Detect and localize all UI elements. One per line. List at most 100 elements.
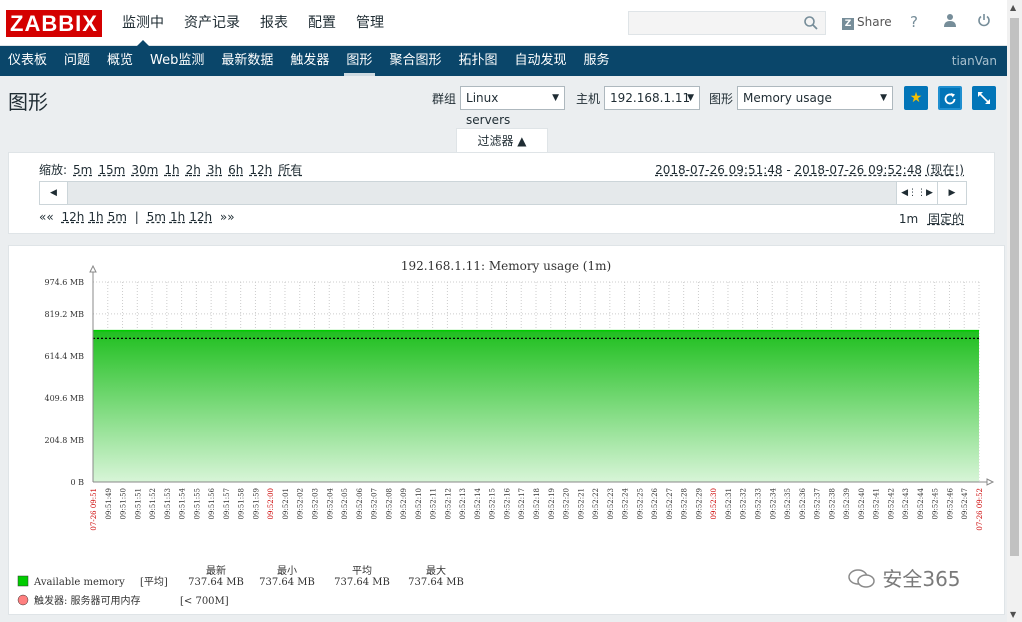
zoom-option[interactable]: 12h (249, 163, 272, 177)
sub-menu-item[interactable]: 仪表板 (0, 46, 56, 76)
share-button[interactable]: Z Share (842, 15, 892, 30)
dropdown-arrow-icon: ▼ (687, 93, 695, 103)
host-filter: 主机 192.168.1.11 ▼ (576, 86, 701, 110)
sub-menu-item[interactable]: 触发器 (282, 46, 338, 76)
timeline-left-arrow-icon[interactable]: ◀ (40, 182, 68, 204)
sub-menu-item[interactable]: 聚合图形 (381, 46, 450, 76)
fixed-toggle[interactable]: 固定的 (928, 212, 964, 226)
legend-swatch-available-memory (17, 575, 29, 587)
logout-icon[interactable] (975, 13, 993, 31)
search-icon[interactable] (803, 15, 819, 31)
x-tick-label: 09:52:25 (636, 488, 644, 519)
zoom-option[interactable]: 2h (186, 163, 201, 177)
help-icon[interactable]: ? (905, 13, 923, 31)
sub-nav-bar: 仪表板 问题 概览 Web监测 最新数据 触发器 图形 聚合图形 拓扑图 自动发现 服务 tianV… (0, 46, 1007, 76)
x-tick-label: 09:51:52 (149, 488, 157, 519)
username[interactable]: tianVan (952, 46, 997, 76)
y-tick-label: 974.6 MB (44, 278, 84, 287)
x-tick-label: 09:52:26 (651, 487, 659, 519)
main-menu-item[interactable]: 配置 (298, 0, 346, 46)
range-to[interactable]: 2018-07-26 09:52:48 (795, 163, 922, 177)
x-tick-label: 09:52:38 (828, 488, 836, 519)
graph-title: 192.168.1.11: Memory usage (1m) (401, 259, 611, 273)
scroll-thumb[interactable] (1010, 18, 1019, 556)
x-tick-label: 09:52:31 (725, 488, 733, 519)
x-tick-label: 09:52:03 (312, 488, 320, 519)
timeline-handle[interactable]: ◀⋮⋮▶ (896, 182, 938, 204)
sub-menu-item[interactable]: 概览 (99, 46, 142, 76)
search-input[interactable] (628, 11, 826, 35)
main-menu-item[interactable]: 资产记录 (174, 0, 250, 46)
x-tick-label: 09:52:11 (430, 488, 438, 519)
scroll-down-icon[interactable]: ▼ (1010, 610, 1016, 619)
sub-menu-item[interactable]: 图形 (338, 46, 381, 76)
group-select[interactable]: Linux servers ▼ (460, 86, 566, 127)
sub-menu: 仪表板 问题 概览 Web监测 最新数据 触发器 图形 聚合图形 拓扑图 自动发现 服务 (0, 46, 619, 76)
main-menu-item[interactable]: 管理 (346, 0, 394, 46)
x-tick-label: 09:51:59 (252, 488, 260, 519)
graph-label: 图形 (709, 91, 734, 106)
x-tick-label: 09:52:09 (400, 488, 408, 519)
zoom-option[interactable]: 3h (207, 163, 222, 177)
zoom-option[interactable]: 5m (73, 163, 92, 177)
nav-forward-option[interactable]: 12h (189, 210, 212, 224)
x-tick-label: 09:52:12 (444, 488, 452, 519)
nav-forward-option[interactable]: 5m (147, 210, 166, 224)
host-select[interactable]: 192.168.1.11 ▼ (604, 86, 701, 110)
legend-function: [平均] (140, 576, 168, 588)
sub-menu-item[interactable]: 拓扑图 (450, 46, 506, 76)
main-menu: 监测中 资产记录 报表 配置 管理 (112, 0, 394, 47)
main-menu-item[interactable]: 报表 (250, 0, 298, 46)
zoom-option[interactable]: 6h (228, 163, 243, 177)
scroll-up-icon[interactable]: ▲ (1010, 3, 1016, 12)
favorite-button[interactable]: ★ (904, 86, 928, 110)
zoom-options: 缩放: 5m 15m 30m 1h 2h 3h 6h 12h 所有 (39, 161, 308, 178)
vertical-scrollbar[interactable]: ▲ ▼ (1007, 0, 1022, 622)
legend-value: 737.64 MB (188, 577, 244, 588)
sub-menu-item[interactable]: 最新数据 (213, 46, 282, 76)
x-tick-label: 09:52:27 (666, 488, 674, 519)
sub-menu-item[interactable]: 服务 (575, 46, 618, 76)
x-tick-label: 09:52:41 (873, 488, 881, 519)
x-tick-label: 09:52:36 (799, 487, 807, 519)
user-profile-icon[interactable] (941, 13, 959, 31)
sub-menu-item[interactable]: 问题 (56, 46, 99, 76)
timeline-scrollbar[interactable]: ◀ ◀⋮⋮▶ ▶ (39, 181, 967, 205)
zoom-option[interactable]: 所有 (278, 163, 302, 177)
zoom-label: 缩放: (39, 163, 68, 177)
watermark: 安全365 (848, 563, 961, 592)
x-tick-label: 09:52:43 (902, 488, 910, 519)
x-tick-label: 09:52:05 (341, 488, 349, 519)
filter-tab[interactable]: 过滤器 ▲ (456, 128, 548, 153)
refresh-button[interactable] (938, 86, 962, 110)
x-tick-label: 09:52:28 (681, 488, 689, 519)
legend-value: 737.64 MB (334, 577, 390, 588)
zoom-option[interactable]: 1h (164, 163, 179, 177)
legend-trigger-threshold: [< 700M] (180, 596, 229, 607)
sub-menu-item[interactable]: Web监测 (142, 46, 213, 76)
zabbix-app: ZABBIX 监测中 资产记录 报表 配置 管理 Z Share ? 仪表板 问题 概览 Web… (0, 0, 1007, 622)
fullscreen-icon (978, 92, 990, 104)
nav-back-option[interactable]: 12h (62, 210, 85, 224)
wechat-icon (848, 569, 875, 588)
graph-filter: 图形 Memory usage ▼ (709, 86, 894, 110)
nav-back-option[interactable]: 1h (88, 210, 103, 224)
main-menu-item[interactable]: 监测中 (112, 0, 174, 47)
x-tick-label: 09:52:06 (356, 487, 364, 519)
x-tick-label: 09:52:47 (961, 488, 969, 519)
fullscreen-button[interactable] (972, 86, 996, 110)
graph-select[interactable]: Memory usage ▼ (737, 86, 894, 110)
nav-back-option[interactable]: 5m (108, 210, 127, 224)
zoom-option[interactable]: 30m (131, 163, 158, 177)
x-tick-label: 09:52:08 (385, 488, 393, 519)
sub-menu-item[interactable]: 自动发现 (506, 46, 575, 76)
zoom-option[interactable]: 15m (98, 163, 125, 177)
x-tick-label: 07-26 09:51 (90, 488, 98, 531)
zabbix-logo[interactable]: ZABBIX (6, 10, 102, 37)
memory-usage-graph[interactable]: 192.168.1.11: Memory usage (1m) 0 B 204.8 … (9, 246, 1004, 614)
range-from[interactable]: 2018-07-26 09:51:48 (655, 163, 782, 177)
nav-forward-option[interactable]: 1h (170, 210, 185, 224)
range-now[interactable]: (现在!) (926, 163, 964, 177)
x-tick-label: 09:52:17 (518, 488, 526, 519)
timeline-right-arrow-icon[interactable]: ▶ (938, 182, 966, 204)
